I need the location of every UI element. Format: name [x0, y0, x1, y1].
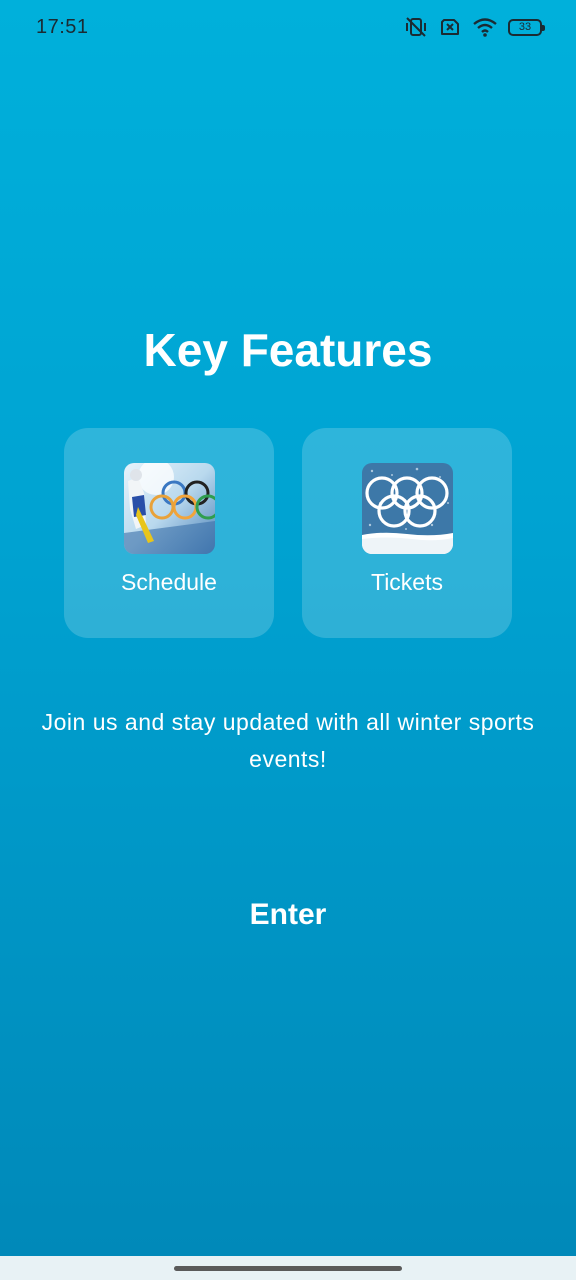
home-indicator[interactable]	[174, 1266, 402, 1271]
olympic-rings-skier-image	[124, 463, 215, 554]
status-time: 17:51	[36, 16, 89, 38]
vibrate-off-icon	[404, 16, 428, 38]
battery-level: 33	[518, 20, 532, 33]
page-title: Key Features	[143, 324, 433, 376]
tickets-label: Tickets	[371, 569, 443, 595]
status-bar: 17:51 33	[0, 0, 576, 56]
battery-icon: 33	[508, 18, 545, 36]
onboarding-screen: 17:51 33 Key Features Schedule Tickets J…	[0, 0, 576, 1280]
schedule-card[interactable]: Schedule	[64, 428, 274, 638]
olympic-rings-snow-image	[362, 463, 453, 554]
tickets-card[interactable]: Tickets	[302, 428, 512, 638]
sim-off-icon	[438, 16, 462, 38]
schedule-label: Schedule	[121, 569, 217, 595]
tagline: Join us and stay updated with all winter…	[41, 709, 535, 772]
enter-button[interactable]: Enter	[188, 890, 388, 940]
wifi-icon	[472, 16, 498, 38]
status-icons: 33	[404, 16, 545, 38]
navigation-bar	[0, 1256, 576, 1280]
